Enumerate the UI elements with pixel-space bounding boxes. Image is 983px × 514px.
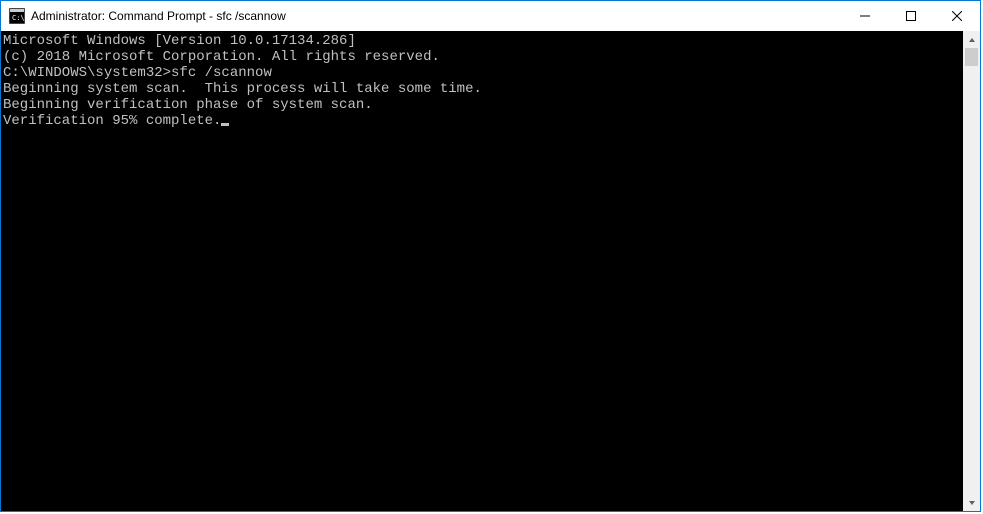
command-prompt-icon: C:\: [9, 8, 25, 24]
console-line: Beginning system scan. This process will…: [3, 81, 963, 97]
scrollbar-thumb[interactable]: [965, 48, 978, 66]
console-line: C:\WINDOWS\system32>sfc /scannow: [3, 65, 963, 81]
command-prompt-window: C:\ Administrator: Command Prompt - sfc …: [0, 0, 981, 512]
console-line: Verification 95% complete.: [3, 113, 963, 129]
client-area: Microsoft Windows [Version 10.0.17134.28…: [1, 31, 980, 511]
maximize-button[interactable]: [888, 1, 934, 31]
scrollbar-track[interactable]: [963, 48, 980, 494]
console-line: (c) 2018 Microsoft Corporation. All righ…: [3, 49, 963, 65]
minimize-button[interactable]: [842, 1, 888, 31]
window-controls: [842, 1, 980, 31]
console-line: Beginning verification phase of system s…: [3, 97, 963, 113]
titlebar[interactable]: C:\ Administrator: Command Prompt - sfc …: [1, 1, 980, 31]
window-title: Administrator: Command Prompt - sfc /sca…: [31, 1, 286, 31]
console-output[interactable]: Microsoft Windows [Version 10.0.17134.28…: [1, 31, 963, 511]
console-line: Microsoft Windows [Version 10.0.17134.28…: [3, 33, 963, 49]
scroll-down-button[interactable]: [963, 494, 980, 511]
text-cursor: [221, 123, 229, 126]
svg-text:C:\: C:\: [12, 14, 25, 22]
close-button[interactable]: [934, 1, 980, 31]
scroll-up-button[interactable]: [963, 31, 980, 48]
vertical-scrollbar[interactable]: [963, 31, 980, 511]
